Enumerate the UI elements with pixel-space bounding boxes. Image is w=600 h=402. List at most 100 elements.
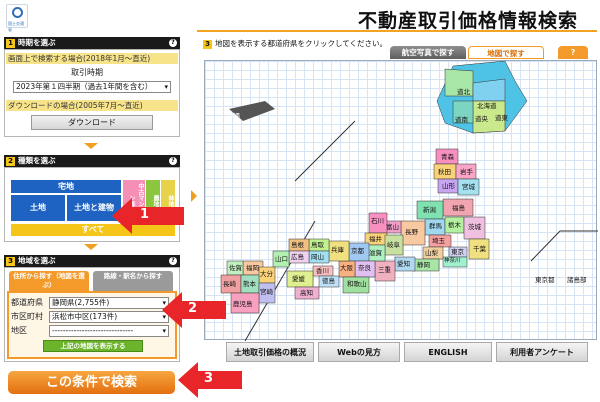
pref-label: 静岡 (417, 261, 430, 269)
survey-button[interactable]: 利用者アンケート (496, 342, 588, 362)
callout-number-2: 2 (188, 301, 198, 316)
step3-title: 地域を選ぶ (18, 256, 56, 265)
tab-map[interactable]: 地図で探す (468, 46, 544, 59)
step1-help-icon[interactable]: ? (169, 39, 177, 47)
logo-text: 国土交通省 (8, 21, 24, 32)
map-separator (294, 120, 356, 182)
pref-label: 三重 (378, 266, 391, 274)
pref-label: 道央 (475, 115, 488, 123)
pref-label: 島根 (291, 241, 304, 249)
pref-label: 佐賀 (229, 264, 242, 272)
pref-label: 茨城 (468, 223, 481, 231)
step1-panel: 画面上で検索する場合(2018年1月〜直近) 取引時期 2023年第１四半期（過… (4, 49, 180, 137)
pref-label: 富山 (386, 223, 399, 231)
pref-label: 熊本 (243, 280, 256, 288)
callout-arrow-3: 3 (178, 362, 242, 398)
step-arrow-2 (84, 244, 98, 250)
area-select-value: ------------------------------ (52, 326, 134, 335)
step2-help-icon[interactable]: ? (169, 157, 177, 165)
pref-label: 長崎 (223, 280, 236, 288)
step1-title: 時期を選ぶ (18, 38, 56, 47)
chevron-down-icon: ▾ (164, 83, 168, 91)
step3-help-icon[interactable]: ? (169, 257, 177, 265)
pref-label: 奈良 (358, 264, 371, 272)
show-map-button[interactable]: 上記の地図を表示する (43, 340, 143, 352)
pref-label: 兵庫 (331, 246, 344, 254)
pref-label: 神奈川 (444, 258, 461, 264)
pref-label: 道東 (495, 114, 508, 122)
step2-title: 種類を選ぶ (18, 156, 56, 165)
pref-label: 京都 (351, 247, 364, 255)
step3-header: 3 地域を選ぶ? (4, 255, 180, 267)
pref-label: 岩手 (460, 168, 473, 176)
pref-label: 愛知 (397, 260, 410, 268)
pref-label: 道北 (457, 88, 470, 96)
pref-label: 岐阜 (387, 241, 400, 249)
tab-search-by-station[interactable]: 路線・駅名から探す (93, 271, 173, 291)
how-to-use-button[interactable]: Webの見方 (318, 342, 400, 362)
pref-label: 徳島 (322, 277, 335, 285)
city-select[interactable]: 浜松市中区(173件) ▾ (49, 311, 169, 323)
map-instruction: 3 地図を表示する都道府県をクリックしてください。 (203, 38, 387, 49)
pref-label: 山形 (442, 182, 455, 190)
right-arrow-icon (191, 190, 197, 202)
tab-aerial-photo[interactable]: 航空写真で探す (390, 46, 466, 59)
pref-label: 諸島部 (567, 276, 587, 284)
area-label: 地区 (11, 326, 27, 335)
pref-label: 鳥取 (311, 241, 324, 249)
step2-number: 2 (6, 157, 15, 166)
pref-label: 千葉 (473, 245, 486, 253)
pref-label: 愛媛 (292, 275, 305, 283)
download-button[interactable]: ダウンロード (31, 115, 153, 130)
callout-arrow-1: 1 (112, 198, 184, 234)
pref-label: 長野 (405, 228, 418, 236)
period-select-value: 2023年第１四半期（過去1年間を含む） (16, 82, 153, 91)
pref-label: 福井 (369, 235, 382, 243)
map-step-number: 3 (203, 40, 212, 49)
pref-label: 山梨 (425, 249, 438, 257)
pref-label: 都道府県 (11, 298, 43, 307)
pref-label: 岡山 (311, 253, 324, 261)
pref-label: 高知 (300, 289, 313, 297)
map-help-icon[interactable]: ? (558, 46, 588, 59)
overview-button[interactable]: 土地取引価格の概況 (226, 342, 314, 362)
screen-search-label: 画面上で検索する場合(2018年1月〜直近) (6, 53, 178, 64)
type-residential-land[interactable]: 宅地 (11, 180, 121, 193)
tab-search-by-address[interactable]: 住所から探す（地図を選ぶ） (9, 271, 89, 291)
pref-label: 広島 (291, 253, 304, 261)
pref-label: 香川 (316, 267, 329, 275)
pref-label: 北海道 (477, 102, 497, 110)
download-label: ダウンロードの場合(2005年7月〜直近) (6, 100, 178, 111)
map-separator (530, 230, 561, 262)
area-select[interactable]: ------------------------------ ▾ (49, 325, 169, 337)
pref-label: 大阪 (340, 264, 353, 272)
period-caption: 取引時期 (71, 68, 103, 77)
pref-label: 栃木 (448, 221, 461, 229)
pref-label: 鹿児島 (233, 300, 253, 308)
step1-header: 1 時期を選ぶ? (4, 37, 180, 49)
callout-arrow-2: 2 (162, 292, 226, 328)
pref-select[interactable]: 静岡県(2,755件) ▾ (49, 297, 169, 309)
ministry-logo: 国土交通省 (6, 4, 28, 32)
english-button[interactable]: ENGLISH (404, 342, 492, 362)
pref-select-value: 静岡県(2,755件) (52, 298, 110, 307)
pref-label: 石川 (371, 217, 384, 225)
step-arrow-1 (84, 143, 98, 149)
period-select[interactable]: 2023年第１四半期（過去1年間を含む） ▾ (13, 81, 171, 93)
header-rule (197, 30, 597, 32)
step3-panel: 住所から探す（地図を選ぶ） 路線・駅名から探す 都道府県 静岡県(2,755件)… (4, 267, 180, 362)
pref-label: 沖縄 (227, 112, 240, 120)
city-select-value: 浜松市中区(173件) (52, 312, 118, 321)
pref-label: 東京 (451, 248, 464, 256)
pref-label: 埼玉 (432, 237, 445, 245)
japan-map[interactable]: 道北 北海道 道東 道央 道南 青森 秋田 岩手 山形 宮城 福島 新潟 群馬 … (204, 60, 598, 341)
region-hokkaido[interactable] (472, 78, 506, 102)
type-land[interactable]: 土地 (11, 195, 65, 221)
city-label: 市区町村 (11, 312, 43, 321)
step1-number: 1 (6, 39, 15, 48)
pref-label: 福島 (452, 204, 465, 212)
step3-number: 3 (6, 257, 15, 266)
pref-label: 大分 (260, 270, 273, 278)
pref-label: 福岡 (246, 264, 259, 272)
search-button[interactable]: この条件で検索 (8, 371, 175, 394)
